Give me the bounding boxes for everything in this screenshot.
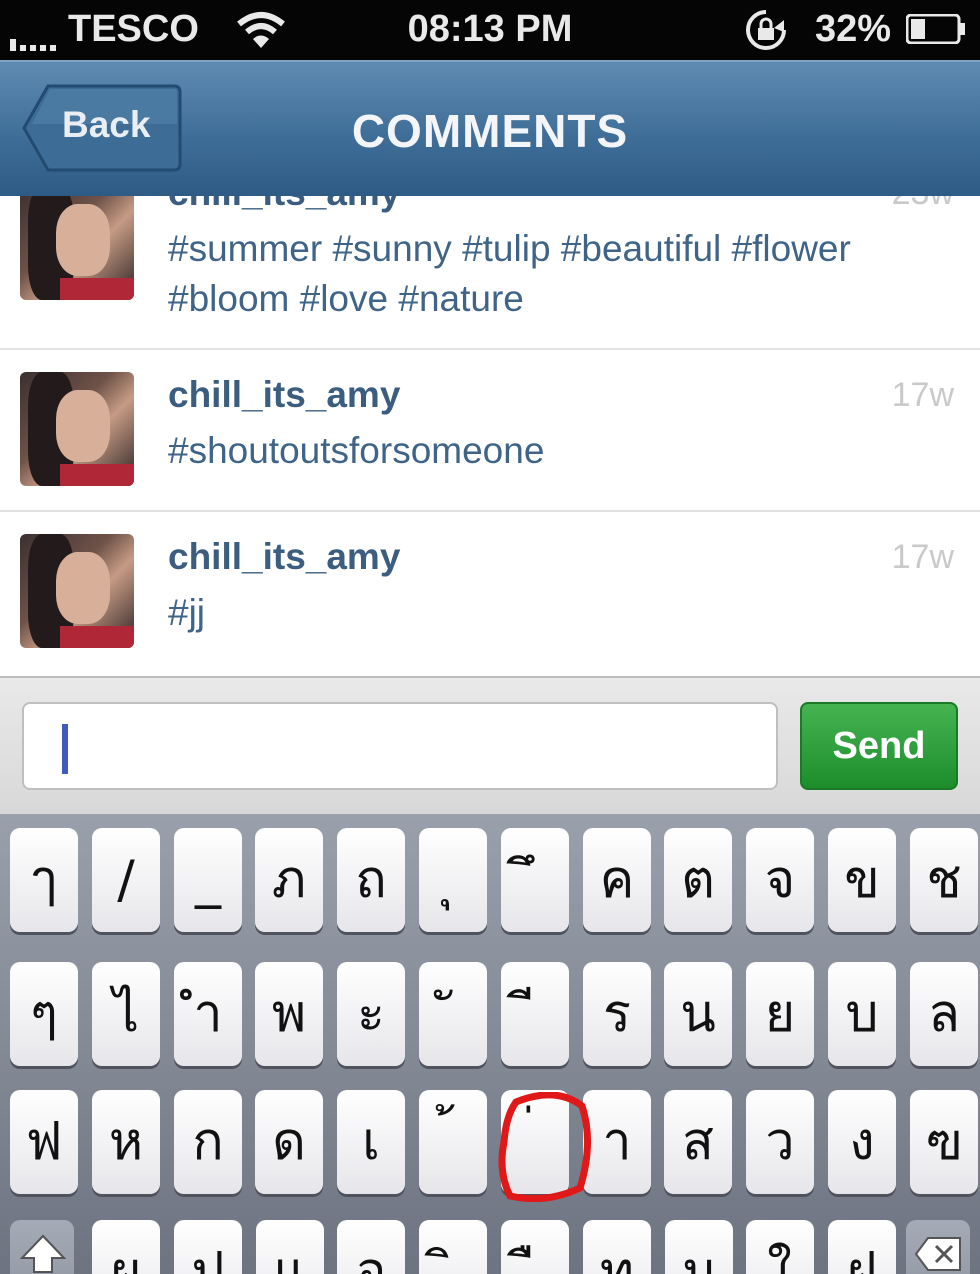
key-row1-11[interactable]: ช (910, 828, 978, 932)
key-row2-8[interactable]: น (664, 962, 732, 1066)
comment-text: #shoutoutsforsomeone (168, 430, 545, 471)
key-row2-0[interactable]: ๆ (10, 962, 78, 1066)
status-bar: TESCO 08:13 PM 32% (0, 0, 980, 60)
key-row3-7[interactable]: า (583, 1090, 651, 1194)
key-row1-4[interactable]: ถ (337, 828, 405, 932)
key-row1-6[interactable]: ึ (501, 828, 569, 932)
comment-input[interactable] (22, 702, 778, 790)
delete-icon (914, 1237, 961, 1271)
key-row2-10[interactable]: บ (828, 962, 896, 1066)
key-row1-7[interactable]: ค (583, 828, 651, 932)
key-row4-9[interactable]: ฝ (828, 1220, 896, 1274)
comment-composer: Send (0, 676, 980, 814)
key-row2-9[interactable]: ย (746, 962, 814, 1066)
key-row4-2[interactable]: แ (256, 1220, 324, 1274)
key-row1-3[interactable]: ภ (255, 828, 323, 932)
battery-icon (906, 14, 965, 44)
comment-item[interactable]: chill_its_amy 17w #jj (0, 512, 980, 674)
key-row2-5[interactable]: ั (419, 962, 487, 1066)
text-caret (62, 724, 68, 774)
key-row3-2[interactable]: ก (174, 1090, 242, 1194)
comment-item[interactable]: chill_its_amy 23w #summer #sunny #tulip … (0, 196, 980, 350)
comment-item[interactable]: chill_its_amy 17w #shoutoutsforsomeone (0, 350, 980, 512)
key-row1-1[interactable]: / (92, 828, 160, 932)
key-row4-1[interactable]: ป (174, 1220, 242, 1274)
key-row3-0[interactable]: ฟ (10, 1090, 78, 1194)
battery-percent: 32% (815, 8, 892, 50)
thai-keyboard: ๅ/_ภถุึคตจขชๆไำพะัีรนยบลฟหกดเ้่าสวงฃผปแอ… (0, 814, 980, 1274)
key-row3-10[interactable]: ง (828, 1090, 896, 1194)
key-row3-11[interactable]: ฃ (910, 1090, 978, 1194)
comments-list[interactable]: chill_its_amy 23w #summer #sunny #tulip … (0, 196, 980, 676)
key-row1-2[interactable]: _ (174, 828, 242, 932)
key-row4-0[interactable]: ผ (92, 1220, 160, 1274)
rotation-lock-icon (746, 10, 786, 50)
key-row1-9[interactable]: จ (746, 828, 814, 932)
key-row3-3[interactable]: ด (255, 1090, 323, 1194)
key-row3-5[interactable]: ้ (419, 1090, 487, 1194)
shift-key[interactable] (10, 1220, 74, 1274)
key-row2-3[interactable]: พ (255, 962, 323, 1066)
key-row1-10[interactable]: ข (828, 828, 896, 932)
avatar[interactable] (20, 196, 134, 300)
comment-username[interactable]: chill_its_amy (168, 196, 400, 214)
key-row2-1[interactable]: ไ (92, 962, 160, 1066)
key-row2-7[interactable]: ร (583, 962, 651, 1066)
comment-timestamp: 23w (892, 196, 954, 213)
key-row4-5[interactable]: ื (501, 1220, 569, 1274)
avatar[interactable] (20, 372, 134, 486)
comment-text: #jj (168, 592, 206, 633)
key-row1-5[interactable]: ุ (419, 828, 487, 932)
comment-username[interactable]: chill_its_amy (168, 536, 400, 578)
key-row4-4[interactable]: ิ (419, 1220, 487, 1274)
comment-text: #summer #sunny #tulip #beautiful #flower… (168, 228, 851, 319)
key-row3-9[interactable]: ว (746, 1090, 814, 1194)
page-title: COMMENTS (351, 105, 629, 157)
key-row2-2[interactable]: ำ (174, 962, 242, 1066)
comment-timestamp: 17w (891, 538, 954, 576)
nav-bar: Back COMMENTS (0, 60, 980, 196)
key-row4-6[interactable]: ท (583, 1220, 651, 1274)
delete-key[interactable] (906, 1220, 970, 1274)
key-row3-1[interactable]: ห (92, 1090, 160, 1194)
key-row1-8[interactable]: ต (664, 828, 732, 932)
key-row4-3[interactable]: อ (337, 1220, 405, 1274)
comment-username[interactable]: chill_its_amy (168, 374, 400, 416)
shift-icon (20, 1234, 66, 1273)
key-row4-8[interactable]: ใ (746, 1220, 814, 1274)
key-row4-7[interactable]: ม (665, 1220, 733, 1274)
key-row3-6[interactable]: ่ (501, 1090, 569, 1194)
key-row2-6[interactable]: ี (501, 962, 569, 1066)
comment-timestamp: 17w (891, 376, 954, 414)
key-row3-8[interactable]: ส (664, 1090, 732, 1194)
key-row3-4[interactable]: เ (337, 1090, 405, 1194)
key-row2-11[interactable]: ล (910, 962, 978, 1066)
send-button[interactable]: Send (800, 702, 958, 790)
avatar[interactable] (20, 534, 134, 648)
key-row2-4[interactable]: ะ (337, 962, 405, 1066)
key-row1-0[interactable]: ๅ (10, 828, 78, 932)
